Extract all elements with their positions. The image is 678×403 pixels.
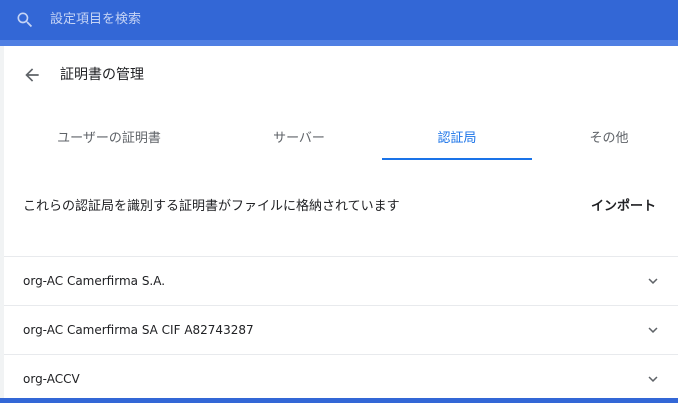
authority-list: org-AC Camerfirma S.A. org-AC Camerfirma… [4, 256, 678, 403]
chevron-down-icon[interactable] [644, 321, 662, 339]
active-tab-indicator [382, 158, 532, 160]
list-item[interactable]: org-AC Camerfirma SA CIF A82743287 [4, 305, 678, 354]
authority-name: org-ACCV [23, 372, 80, 386]
authority-name: org-AC Camerfirma S.A. [23, 274, 166, 288]
page-title: 証明書の管理 [60, 67, 144, 83]
search-input[interactable]: 設定項目を検索 [50, 11, 141, 29]
tab-servers[interactable]: サーバー [204, 116, 394, 160]
authorities-description: これらの認証局を識別する証明書がファイルに格納されています [23, 199, 400, 214]
tab-others[interactable]: その他 [544, 116, 674, 160]
chevron-down-icon[interactable] [644, 272, 662, 290]
tab-your-certificates[interactable]: ユーザーの証明書 [14, 116, 204, 160]
list-item[interactable]: org-ACCV [4, 354, 678, 403]
arrow-back-icon[interactable] [22, 65, 42, 85]
certificate-manager-card: 証明書の管理 ユーザーの証明書 サーバー 認証局 その他 これらの認証局を識別す… [4, 46, 678, 398]
authority-name: org-AC Camerfirma SA CIF A82743287 [23, 323, 254, 337]
import-button[interactable]: インポート [591, 197, 656, 217]
search-icon[interactable] [15, 10, 35, 30]
list-item[interactable]: org-AC Camerfirma S.A. [4, 256, 678, 305]
tab-bar: ユーザーの証明書 サーバー 認証局 その他 [4, 116, 678, 160]
tab-authorities[interactable]: 認証局 [382, 116, 532, 160]
top-search-bar: 設定項目を検索 [0, 0, 678, 40]
chevron-down-icon[interactable] [644, 370, 662, 388]
